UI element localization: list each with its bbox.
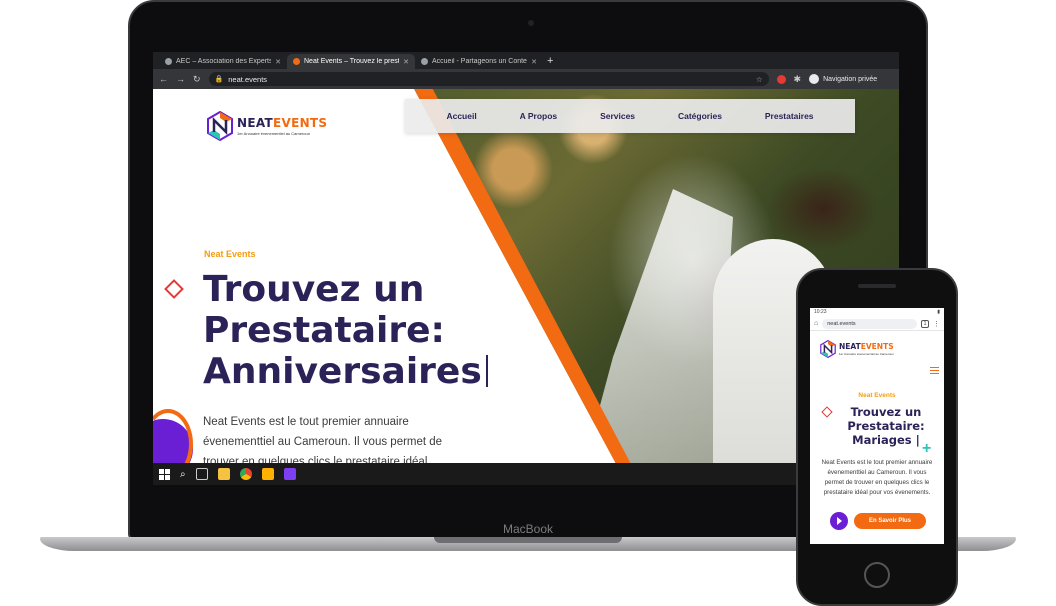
browser-tab-active[interactable]: Neat Events – Trouvez le prestataire ✕ [287,54,415,69]
logo-wordmark: NEATEVENTS [839,342,894,351]
search-icon[interactable]: ⌕ [180,469,186,480]
close-tab-icon[interactable]: ✕ [275,58,281,66]
private-browsing-indicator[interactable]: Navigation privée [809,74,877,84]
diamond-icon [821,406,833,418]
tab-title: Neat Events – Trouvez le prestataire [304,58,400,65]
windows-start-icon[interactable] [159,468,170,480]
chrome-icon[interactable] [239,468,252,480]
hero-description: Neat Events est le tout premier annuaire… [203,416,443,463]
logo-hexagon-icon [207,110,233,142]
home-icon[interactable]: ⌂ [814,320,818,327]
logo-hexagon-icon [820,340,836,358]
more-menu-icon[interactable]: ⋮ [933,320,940,328]
hero-description: Neat Events est le tout premier annuaire… [821,459,933,496]
learn-more-button[interactable]: En Savoir Plus [854,513,926,529]
phone-url-text: neat.events [827,320,856,327]
hero-eyebrow: Neat Events [858,392,896,399]
browser-tab[interactable]: AEC – Association des Experts en ✕ [159,54,287,69]
headline-typed-word: Anniversaires [203,351,482,392]
tab-favicon-icon [293,58,300,65]
tab-title: AEC – Association des Experts en [176,58,272,65]
logo-wordmark: NEATEVENTS [237,115,328,130]
bookmark-star-icon[interactable]: ☆ [756,75,763,84]
tab-title: Accueil - Partageons un Contenu [432,58,528,65]
tab-count-icon[interactable]: 1 [921,319,929,328]
reload-icon[interactable]: ↻ [193,74,201,85]
site-logo[interactable]: NEATEVENTS 1er Annuaire évenementiel au … [207,110,328,142]
phone-status-bar: 10:23 ▮ [810,308,944,317]
windows-taskbar: ⌕ [153,463,899,485]
phone-url-field[interactable]: neat.events [822,318,917,329]
device-mockup: AEC – Association des Experts en ✕ Neat … [0,0,1056,606]
headline-line-2: Prestataire: [847,419,925,433]
hero-headline: Trouvez un Prestataire: Anniversaires [203,269,488,392]
headline-typed-word: Mariages [852,433,912,447]
tab-favicon-icon [165,58,172,65]
logo-tagline: 1er Annuaire évenementiel au Cameroun [237,130,310,136]
nav-item-services[interactable]: Services [600,111,635,121]
browser-tab[interactable]: Accueil - Partageons un Contenu ✕ [415,54,543,69]
nav-item-a-propos[interactable]: A Propos [520,111,557,121]
phone-site-logo[interactable]: NEATEVENTS 1er Annuaire évenementiel au … [820,340,894,358]
play-video-button[interactable] [830,512,848,530]
website-hero: NEATEVENTS 1er Annuaire évenementiel au … [153,89,899,463]
phone-device: 10:23 ▮ ⌂ neat.events 1 ⋮ NEATEVENTS 1er… [796,268,958,606]
headline-line-1: Trouvez un [203,269,425,310]
main-nav: Accueil A Propos Services Catégories Pre… [405,99,855,133]
battery-icon: ▮ [937,309,940,315]
headline-line-1: Trouvez un [850,405,922,419]
app-icon[interactable] [261,468,274,480]
forward-icon[interactable]: → [176,74,185,84]
extension-shield-icon[interactable] [776,74,786,84]
hamburger-menu-icon[interactable] [930,367,939,374]
phone-home-button[interactable] [864,562,890,588]
file-explorer-icon[interactable] [217,468,230,480]
tab-favicon-icon [421,58,428,65]
close-tab-icon[interactable]: ✕ [531,58,537,66]
laptop-notch [434,537,622,543]
app-icon-2[interactable] [283,468,296,480]
browser-toolbar: ← → ↻ 🔒 neat.events ☆ ✱ Navigation privé… [153,69,899,89]
typing-caret [485,355,488,387]
task-view-icon[interactable] [195,468,208,480]
nav-item-categories[interactable]: Catégories [678,111,722,121]
extensions-puzzle-icon[interactable]: ✱ [794,74,802,85]
status-time: 10:23 [814,309,827,315]
phone-screen: 10:23 ▮ ⌂ neat.events 1 ⋮ NEATEVENTS 1er… [810,308,944,544]
hero-eyebrow: Neat Events [204,249,256,259]
phone-speaker [858,284,896,288]
headline-line-2: Prestataire: [203,310,445,351]
nav-item-prestataires[interactable]: Prestataires [765,111,814,121]
laptop-screen: AEC – Association des Experts en ✕ Neat … [153,52,899,485]
plus-icon: + [922,440,932,457]
incognito-icon [809,74,820,84]
address-text: neat.events [228,74,268,84]
address-bar[interactable]: 🔒 neat.events ☆ [208,72,769,86]
phone-address-bar: ⌂ neat.events 1 ⋮ [810,317,944,331]
private-label: Navigation privée [823,75,878,83]
close-tab-icon[interactable]: ✕ [403,58,409,66]
nav-item-accueil[interactable]: Accueil [446,111,476,121]
browser-tabbar: AEC – Association des Experts en ✕ Neat … [153,52,899,69]
hero-headline: Trouvez un Prestataire: Mariages | [836,405,936,447]
logo-tagline: 1er Annuaire évenementiel au Cameroun [839,352,894,356]
new-tab-button[interactable]: + [547,54,553,69]
back-icon[interactable]: ← [159,74,168,84]
lock-icon: 🔒 [214,76,224,83]
webcam [528,20,534,26]
